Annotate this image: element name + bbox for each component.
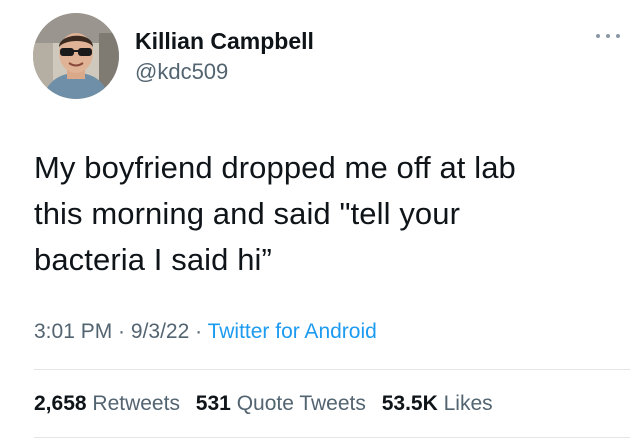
likes-label: Likes xyxy=(443,392,493,415)
tweet-source-link[interactable]: Twitter for Android xyxy=(208,320,377,343)
dot xyxy=(616,34,620,38)
divider xyxy=(34,437,630,438)
author-name[interactable]: Killian Campbell xyxy=(135,27,314,55)
likes-count: 53.5K xyxy=(381,392,438,415)
quotes-count: 531 xyxy=(195,392,231,415)
profile-photo xyxy=(33,13,119,99)
retweets-stat[interactable]: 2,658 Retweets xyxy=(34,392,180,415)
separator: · xyxy=(112,320,131,343)
avatar[interactable] xyxy=(33,13,119,99)
dot xyxy=(596,34,600,38)
quote-tweets-stat[interactable]: 531 Quote Tweets xyxy=(196,392,366,415)
likes-stat[interactable]: 53.5K Likes xyxy=(382,392,493,415)
dot xyxy=(606,34,610,38)
more-horizontal-icon[interactable] xyxy=(596,28,620,44)
divider xyxy=(34,369,630,370)
tweet-date[interactable]: 9/3/22 xyxy=(131,320,189,343)
tweet-meta: 3:01 PM · 9/3/22 · Twitter for Android xyxy=(34,318,377,346)
tweet-time[interactable]: 3:01 PM xyxy=(34,320,112,343)
separator: · xyxy=(189,320,208,343)
retweets-label: Retweets xyxy=(92,392,180,415)
retweets-count: 2,658 xyxy=(34,392,87,415)
quotes-label: Quote Tweets xyxy=(236,392,366,415)
tweet-text: My boyfriend dropped me off at lab this … xyxy=(34,150,516,277)
tweet-stats: 2,658 Retweets 531 Quote Tweets 53.5K Li… xyxy=(34,390,503,418)
author-handle[interactable]: @kdc509 xyxy=(135,58,228,86)
